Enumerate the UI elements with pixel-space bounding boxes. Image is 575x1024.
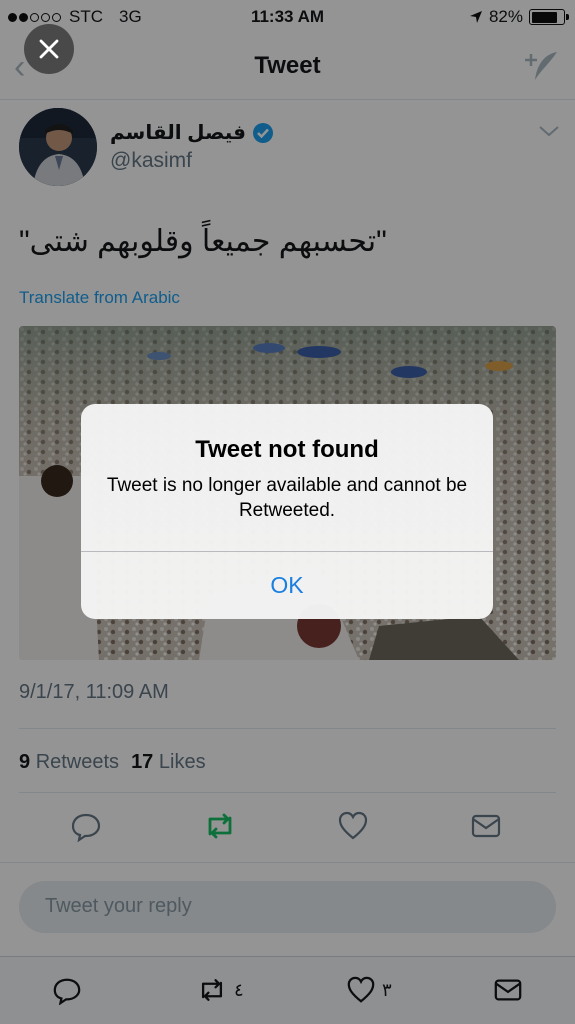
close-icon[interactable] bbox=[24, 24, 74, 74]
alert-message: Tweet is no longer available and cannot … bbox=[106, 475, 468, 521]
alert-ok-button[interactable]: OK bbox=[81, 552, 493, 619]
alert-title: Tweet not found bbox=[195, 436, 379, 463]
alert-dialog: Tweet not found Tweet is no longer avail… bbox=[81, 404, 493, 619]
